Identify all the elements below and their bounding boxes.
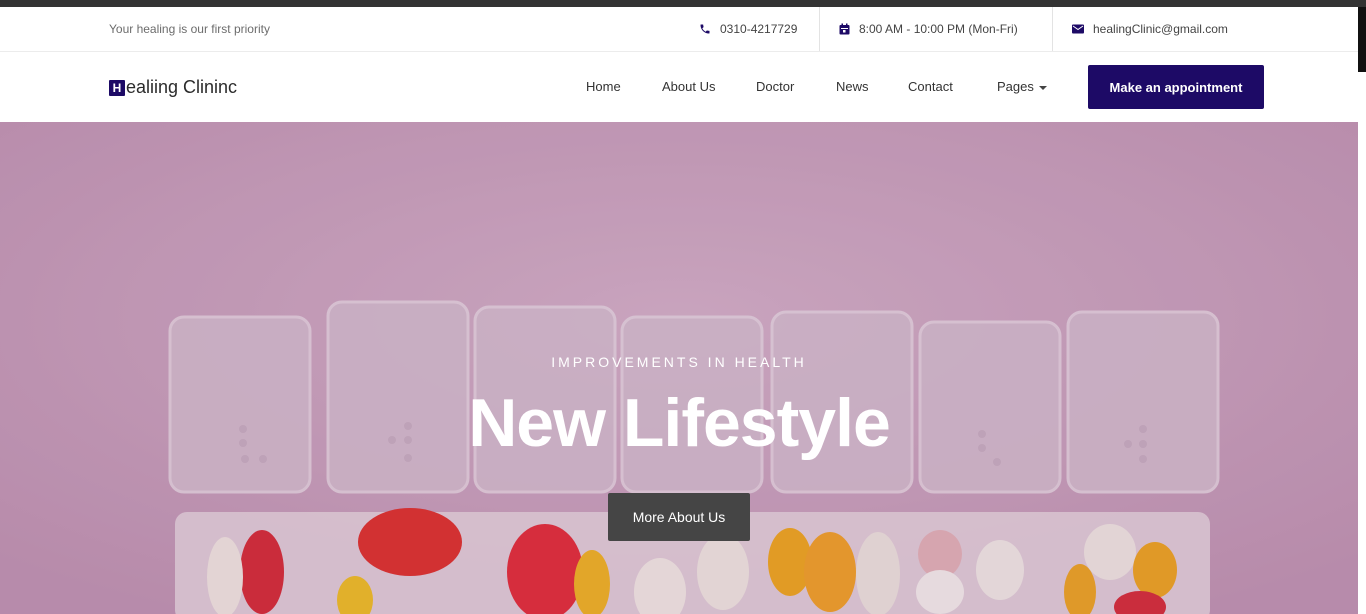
mail-icon — [1072, 24, 1084, 34]
main-navbar: Healiing Clininc Home About Us Doctor Ne… — [0, 52, 1358, 122]
scrollbar-thumb[interactable] — [1358, 7, 1366, 72]
phone-icon — [700, 24, 710, 34]
more-about-us-button[interactable]: More About Us — [608, 493, 750, 541]
hero-banner: IMPROVEMENTS IN HEALTH New Lifestyle Mor… — [0, 122, 1358, 614]
nav-contact[interactable]: Contact — [908, 79, 953, 94]
browser-top-strip — [0, 0, 1366, 7]
hours-info: 8:00 AM - 10:00 PM (Mon-Fri) — [839, 7, 1018, 51]
caret-down-icon — [1038, 85, 1047, 90]
site-logo[interactable]: Healiing Clininc — [109, 77, 237, 98]
hero-eyebrow: IMPROVEMENTS IN HEALTH — [551, 354, 807, 370]
nav-pages-label: Pages — [997, 79, 1034, 94]
nav-doctor[interactable]: Doctor — [756, 79, 794, 94]
make-appointment-button[interactable]: Make an appointment — [1088, 65, 1264, 109]
phone-contact[interactable]: 0310-4217729 — [699, 7, 797, 51]
nav-pages[interactable]: Pages — [997, 79, 1047, 94]
nav-about-us[interactable]: About Us — [662, 79, 715, 94]
email-address: healingClinic@gmail.com — [1093, 22, 1228, 36]
top-info-bar: Your healing is our first priority 0310-… — [0, 7, 1358, 52]
logo-letter-box: H — [109, 79, 125, 96]
divider — [819, 7, 820, 51]
nav-news[interactable]: News — [836, 79, 869, 94]
hero-title: New Lifestyle — [468, 385, 891, 461]
divider — [1052, 7, 1053, 51]
email-contact[interactable]: healingClinic@gmail.com — [1072, 7, 1228, 51]
logo-text: ealiing Clininc — [126, 77, 238, 97]
nav-home[interactable]: Home — [586, 79, 621, 94]
opening-hours: 8:00 AM - 10:00 PM (Mon-Fri) — [859, 22, 1018, 36]
calendar-icon — [839, 23, 850, 35]
phone-number: 0310-4217729 — [720, 22, 798, 36]
tagline: Your healing is our first priority — [109, 22, 270, 36]
